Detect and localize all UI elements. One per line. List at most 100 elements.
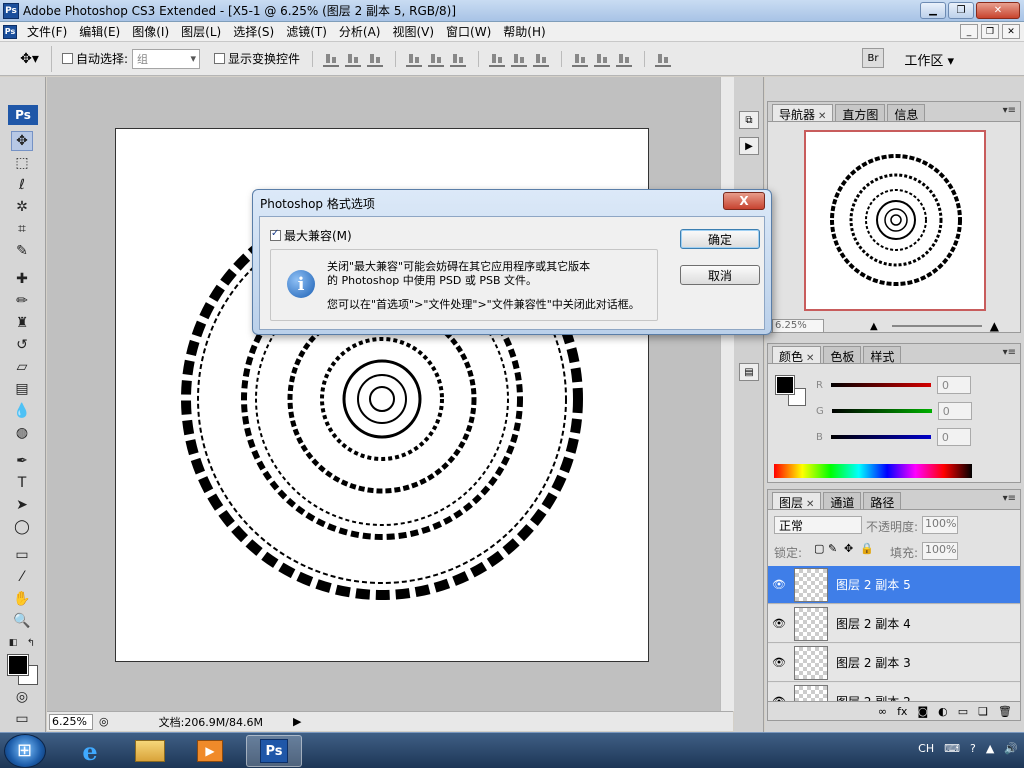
layer-row-2[interactable]: 👁 图层 2 副本 3 bbox=[768, 644, 1020, 682]
layer-row-1[interactable]: 👁 图层 2 副本 4 bbox=[768, 605, 1020, 643]
navigator-zoom-field[interactable]: 6.25% bbox=[772, 319, 824, 333]
color-spectrum-bar[interactable] bbox=[774, 464, 972, 478]
menu-select[interactable]: 选择(S) bbox=[227, 23, 280, 40]
close-icon[interactable]: ✕ bbox=[818, 111, 826, 122]
magic-wand-tool-icon[interactable]: ✲ bbox=[11, 197, 33, 217]
auto-select-checkbox[interactable]: 自动选择: bbox=[62, 50, 128, 67]
status-menu-icon[interactable]: ◎ bbox=[99, 715, 109, 728]
adjustment-layer-icon[interactable]: ◐ bbox=[938, 705, 948, 718]
show-hidden-icons-icon[interactable]: ▲ bbox=[986, 742, 994, 755]
fill-input[interactable]: 100% bbox=[922, 542, 958, 560]
zoom-out-icon[interactable]: ▲ bbox=[870, 321, 878, 332]
cancel-button[interactable]: 取消 bbox=[680, 265, 760, 285]
explorer-taskbar-button[interactable] bbox=[122, 735, 178, 767]
tab-layers[interactable]: 图层 ✕ bbox=[772, 492, 822, 510]
visibility-eye-icon[interactable]: 👁 bbox=[768, 578, 790, 591]
align-vcenter-icon[interactable] bbox=[345, 51, 362, 67]
marquee-tool-icon[interactable]: ⬚ bbox=[11, 153, 33, 173]
clone-stamp-tool-icon[interactable]: ♜ bbox=[11, 313, 33, 333]
layer-style-icon[interactable]: fx bbox=[897, 705, 907, 718]
distribute-vcenter-icon[interactable] bbox=[511, 51, 528, 67]
vertical-scrollbar[interactable] bbox=[720, 77, 734, 711]
tab-channels[interactable]: 通道 bbox=[823, 492, 862, 510]
show-transform-checkbox[interactable]: 显示变换控件 bbox=[214, 50, 300, 67]
hand-tool-icon[interactable]: ✋ bbox=[11, 589, 33, 609]
tab-histogram[interactable]: 直方图 bbox=[835, 104, 886, 122]
volume-icon[interactable]: 🔊 bbox=[1004, 742, 1018, 755]
max-compat-check-box[interactable] bbox=[270, 228, 281, 241]
layer-mask-icon[interactable]: ◙ bbox=[917, 705, 928, 718]
history-panel-icon[interactable]: ⧉ bbox=[739, 111, 759, 129]
distribute-left-icon[interactable] bbox=[572, 51, 589, 67]
auto-align-icon[interactable] bbox=[655, 51, 672, 67]
pen-tool-icon[interactable]: ✒ bbox=[11, 451, 33, 471]
menu-filter[interactable]: 滤镜(T) bbox=[280, 23, 333, 40]
minimize-button[interactable]: ▁ bbox=[920, 2, 946, 19]
status-arrow-icon[interactable]: ▶ bbox=[293, 715, 301, 728]
doc-minimize-button[interactable]: _ bbox=[960, 24, 978, 39]
distribute-top-icon[interactable] bbox=[489, 51, 506, 67]
foreground-color-swatch[interactable] bbox=[7, 654, 29, 676]
channel-g-slider[interactable] bbox=[831, 409, 932, 413]
actions-panel-icon[interactable]: ▶ bbox=[739, 137, 759, 155]
restore-button[interactable]: ❐ bbox=[948, 2, 974, 19]
ie-taskbar-button[interactable]: e bbox=[62, 735, 118, 767]
tab-color[interactable]: 颜色 ✕ bbox=[772, 346, 822, 364]
navigator-thumbnail[interactable] bbox=[804, 130, 986, 311]
color-fg-swatch[interactable] bbox=[775, 375, 795, 395]
workspace-menu[interactable]: 工作区 ▾ bbox=[904, 50, 954, 69]
tab-navigator[interactable]: 导航器 ✕ bbox=[772, 104, 834, 122]
zoom-in-icon[interactable]: ▲ bbox=[990, 319, 999, 333]
visibility-eye-icon[interactable]: 👁 bbox=[768, 617, 790, 630]
channel-r-slider[interactable] bbox=[830, 383, 931, 387]
layer-comps-panel-icon[interactable]: ▤ bbox=[739, 363, 759, 381]
menu-help[interactable]: 帮助(H) bbox=[497, 23, 551, 40]
dodge-tool-icon[interactable]: ◍ bbox=[11, 423, 33, 443]
healing-brush-tool-icon[interactable]: ✚ bbox=[11, 269, 33, 289]
channel-r-input[interactable]: 0 bbox=[936, 376, 971, 394]
path-selection-tool-icon[interactable]: ➤ bbox=[11, 495, 33, 515]
doc-close-button[interactable]: ✕ bbox=[1002, 24, 1020, 39]
tab-swatches[interactable]: 色板 bbox=[823, 346, 862, 364]
opacity-input[interactable]: 100% bbox=[922, 516, 958, 534]
menu-image[interactable]: 图像(I) bbox=[126, 23, 175, 40]
max-compat-checkbox[interactable]: 最大兼容(M) bbox=[270, 227, 352, 244]
default-colors-icon[interactable]: ◧ bbox=[6, 633, 20, 653]
photoshop-taskbar-button[interactable]: Ps bbox=[246, 735, 302, 767]
doc-restore-button[interactable]: ❐ bbox=[981, 24, 999, 39]
history-brush-tool-icon[interactable]: ↺ bbox=[11, 335, 33, 355]
gradient-tool-icon[interactable]: ▤ bbox=[11, 379, 33, 399]
lock-transparency-icon[interactable]: ▢ bbox=[814, 542, 824, 555]
distribute-right-icon[interactable] bbox=[616, 51, 633, 67]
lasso-tool-icon[interactable]: ℓ bbox=[11, 175, 33, 195]
menu-file[interactable]: 文件(F) bbox=[21, 23, 73, 40]
close-icon[interactable]: ✕ bbox=[806, 353, 814, 364]
brush-tool-icon[interactable]: ✏ bbox=[11, 291, 33, 311]
delete-layer-icon[interactable]: 🗑 bbox=[998, 705, 1012, 718]
panel-menu-icon[interactable]: ▾≡ bbox=[1003, 105, 1016, 116]
shape-tool-icon[interactable]: ◯ bbox=[11, 517, 33, 537]
slice-tool-icon[interactable]: ✎ bbox=[11, 241, 33, 261]
help-icon[interactable]: ? bbox=[970, 742, 976, 755]
media-player-taskbar-button[interactable]: ▶ bbox=[182, 735, 238, 767]
close-window-button[interactable]: ✕ bbox=[976, 2, 1020, 19]
color-swatches[interactable] bbox=[7, 654, 40, 687]
visibility-eye-icon[interactable]: 👁 bbox=[768, 656, 790, 669]
show-transform-check-box[interactable] bbox=[214, 53, 226, 64]
zoom-tool-icon[interactable]: 🔍 bbox=[11, 611, 33, 631]
channel-b-slider[interactable] bbox=[830, 435, 931, 439]
close-icon[interactable]: ✕ bbox=[806, 499, 814, 510]
link-layers-icon[interactable]: ∞ bbox=[878, 705, 887, 718]
auto-select-check-box[interactable] bbox=[62, 53, 73, 64]
eraser-tool-icon[interactable]: ▱ bbox=[11, 357, 33, 377]
channel-g-input[interactable]: 0 bbox=[937, 402, 972, 420]
type-tool-icon[interactable]: T bbox=[11, 473, 33, 493]
distribute-hcenter-icon[interactable] bbox=[594, 51, 611, 67]
align-right-icon[interactable] bbox=[450, 51, 467, 67]
auto-select-dropdown[interactable]: 组 bbox=[132, 48, 201, 69]
new-layer-icon[interactable]: ❏ bbox=[978, 705, 988, 718]
lock-pixels-icon[interactable]: ✎ bbox=[828, 542, 837, 555]
menu-analysis[interactable]: 分析(A) bbox=[333, 23, 387, 40]
eyedropper-tool-icon[interactable]: ⁄ bbox=[11, 567, 33, 587]
tool-preset-picker[interactable]: ✥▾ bbox=[8, 45, 52, 72]
